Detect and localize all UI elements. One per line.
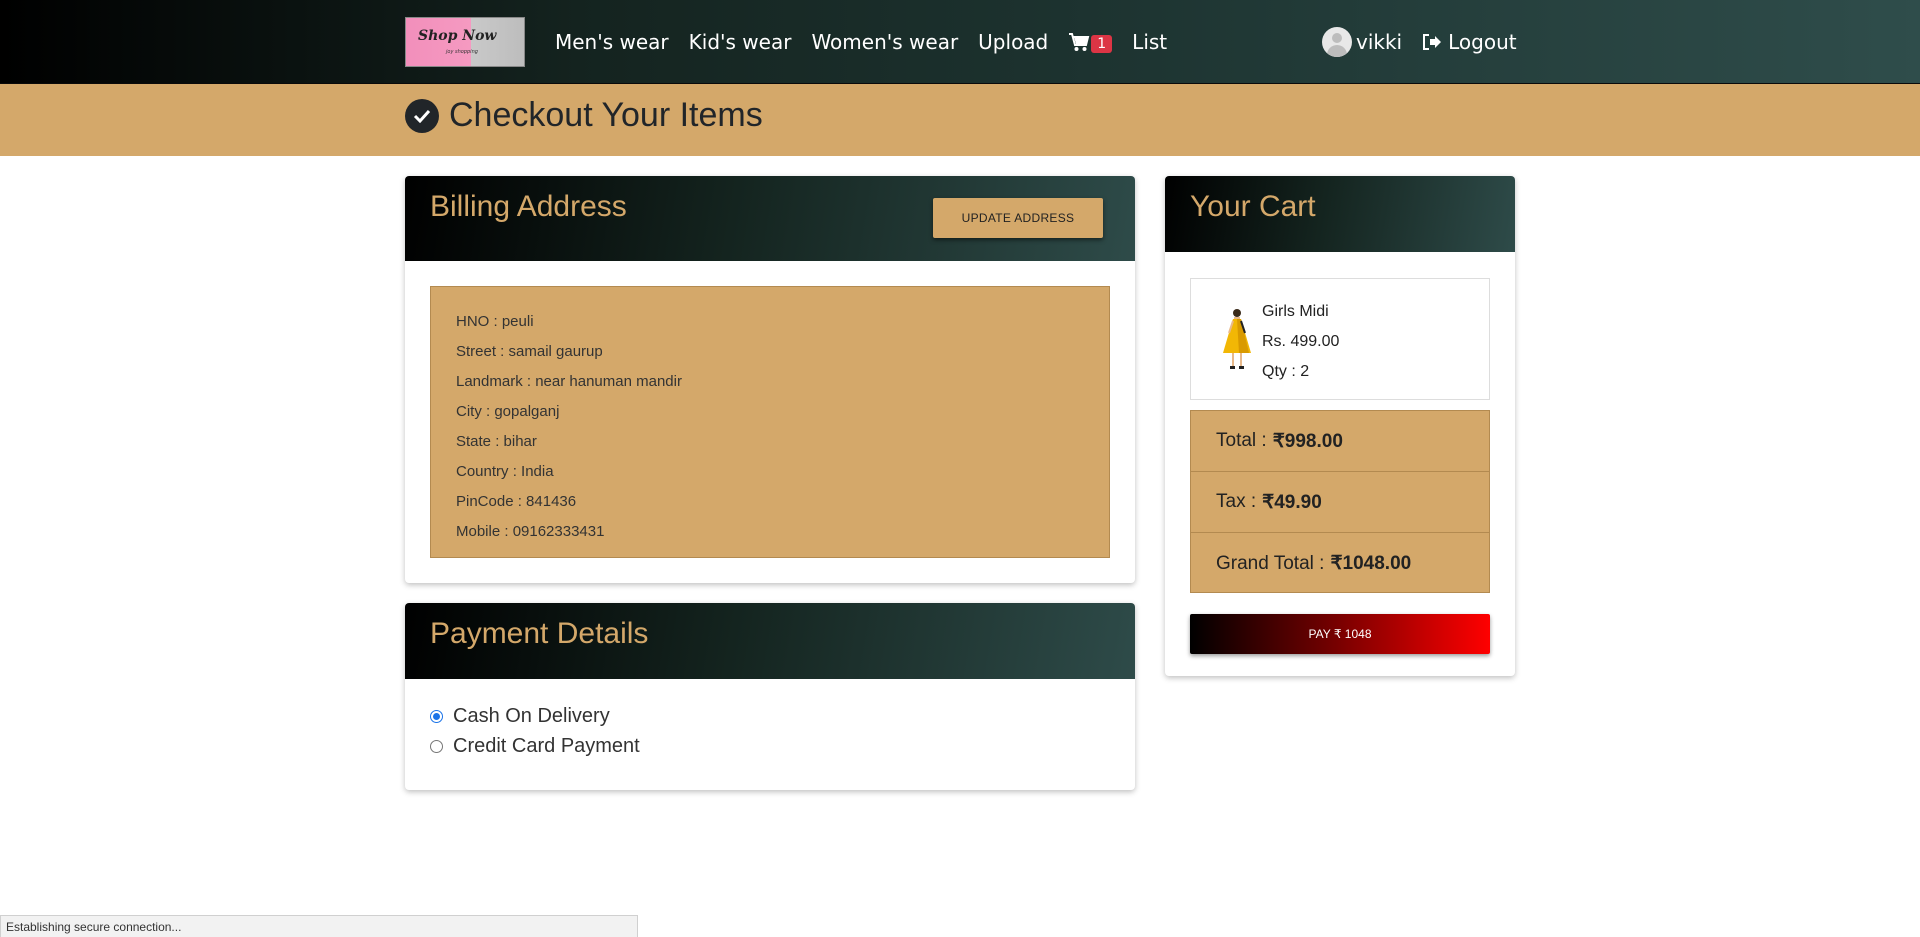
nav-link-kids-wear[interactable]: Kid's wear xyxy=(689,30,792,54)
nav-links: Men's wear Kid's wear Women's wear Uploa… xyxy=(555,0,1187,84)
user-area: vikki Logout xyxy=(1322,0,1517,84)
grand-total-row: Grand Total : ₹1048.00 xyxy=(1191,533,1489,594)
username[interactable]: vikki xyxy=(1356,30,1402,54)
billing-address-card: Billing Address UPDATE ADDRESS HNO : peu… xyxy=(405,176,1135,583)
address-line: HNO : peuli xyxy=(456,313,534,330)
address-line: Mobile : 09162333431 xyxy=(456,523,605,540)
total-value: ₹998.00 xyxy=(1272,430,1343,452)
logo-subtext: joy shopping xyxy=(446,49,478,55)
nav-link-list[interactable]: List xyxy=(1132,30,1167,54)
address-line: Landmark : near hanuman mandir xyxy=(456,373,682,390)
cod-label[interactable]: Cash On Delivery xyxy=(453,705,610,728)
payment-details-card: Payment Details Cash On Delivery Credit … xyxy=(405,603,1135,790)
shop-now-logo[interactable]: Shop Now joy shopping xyxy=(405,17,525,67)
credit-card-label[interactable]: Credit Card Payment xyxy=(453,735,640,758)
billing-title: Billing Address xyxy=(430,190,627,223)
pay-button[interactable]: PAY ₹ 1048 xyxy=(1190,614,1490,654)
top-navbar: Shop Now joy shopping Men's wear Kid's w… xyxy=(0,0,1920,84)
nav-link-upload[interactable]: Upload xyxy=(978,30,1048,54)
logout-icon xyxy=(1423,34,1442,50)
address-line: City : gopalganj xyxy=(456,403,560,420)
cart-header: Your Cart xyxy=(1165,176,1515,252)
item-price: Rs. 499.00 xyxy=(1262,333,1340,350)
item-info: Girls Midi Rs. 499.00 Qty : 2 xyxy=(1262,297,1339,387)
total-label: Total : xyxy=(1216,430,1267,451)
totals-box: Total : ₹998.00 Tax : ₹49.90 Grand Total… xyxy=(1190,410,1490,593)
page-title: Checkout Your Items xyxy=(405,96,763,135)
address-box: HNO : peuli Street : samail gaurup Landm… xyxy=(430,286,1110,558)
address-line: Street : samail gaurup xyxy=(456,343,603,360)
tax-label: Tax : xyxy=(1216,491,1257,512)
your-cart-card: Your Cart Girls Midi Rs. 499.00 Qty : 2 … xyxy=(1165,176,1515,676)
browser-status-bar: Establishing secure connection... xyxy=(0,915,638,937)
logo-title: Shop Now xyxy=(418,28,497,44)
cart-item: Girls Midi Rs. 499.00 Qty : 2 xyxy=(1190,278,1490,400)
address-line: State : bihar xyxy=(456,433,537,450)
checkout-banner: Checkout Your Items xyxy=(0,84,1920,156)
billing-header: Billing Address UPDATE ADDRESS xyxy=(405,176,1135,261)
tax-row: Tax : ₹49.90 xyxy=(1191,472,1489,533)
payment-header: Payment Details xyxy=(405,603,1135,679)
cart-count-badge: 1 xyxy=(1091,35,1113,53)
avatar xyxy=(1322,27,1352,57)
logout-link[interactable]: Logout xyxy=(1422,30,1517,54)
total-row: Total : ₹998.00 xyxy=(1191,411,1489,472)
payment-option-credit-card[interactable]: Credit Card Payment xyxy=(430,735,640,758)
nav-link-womens-wear[interactable]: Women's wear xyxy=(811,30,958,54)
address-line: Country : India xyxy=(456,463,554,480)
cod-radio[interactable] xyxy=(430,710,443,723)
payment-option-cod[interactable]: Cash On Delivery xyxy=(430,705,610,728)
update-address-button[interactable]: UPDATE ADDRESS xyxy=(933,198,1103,238)
cart-title: Your Cart xyxy=(1190,190,1316,223)
item-qty: Qty : 2 xyxy=(1262,363,1310,380)
page-title-text: Checkout Your Items xyxy=(449,96,763,134)
item-name: Girls Midi xyxy=(1262,303,1329,320)
product-image xyxy=(1223,309,1251,369)
shopping-cart-icon xyxy=(1069,33,1090,51)
tax-value: ₹49.90 xyxy=(1262,491,1322,513)
nav-cart-link[interactable]: 1 xyxy=(1068,31,1113,53)
check-circle-icon xyxy=(405,98,439,133)
credit-card-radio[interactable] xyxy=(430,740,443,753)
payment-title: Payment Details xyxy=(430,617,649,650)
logout-label: Logout xyxy=(1448,30,1517,54)
grand-total-value: ₹1048.00 xyxy=(1330,553,1412,574)
nav-link-mens-wear[interactable]: Men's wear xyxy=(555,30,669,54)
grand-total-label: Grand Total : xyxy=(1216,552,1325,574)
address-line: PinCode : 841436 xyxy=(456,493,577,510)
